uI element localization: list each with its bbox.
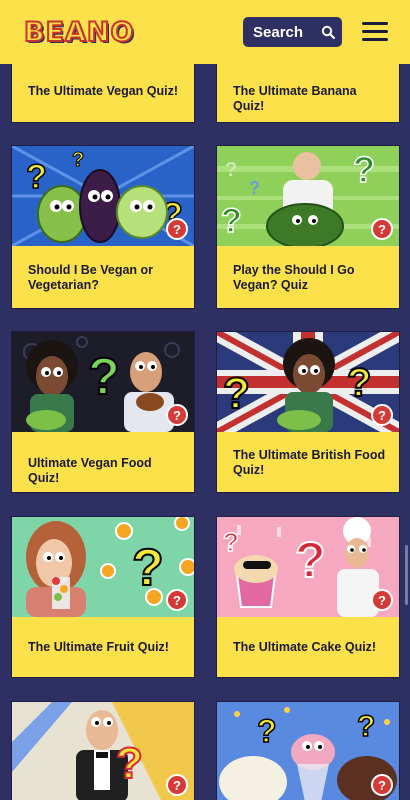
svg-text:?: ? bbox=[225, 159, 237, 181]
quiz-thumbnail-broccoli: ? ? ? ? ? bbox=[217, 146, 399, 246]
svg-text:?: ? bbox=[357, 710, 375, 743]
svg-text:?: ? bbox=[88, 348, 120, 406]
quiz-card[interactable]: ? ? bbox=[12, 702, 194, 800]
svg-text:?: ? bbox=[26, 158, 47, 196]
quiz-card-title: The Ultimate British Food Quiz! bbox=[233, 448, 386, 477]
question-mark-icon: ? bbox=[371, 589, 393, 611]
svg-text:?: ? bbox=[72, 149, 84, 171]
beano-logo[interactable]: BEANO bbox=[23, 16, 134, 49]
quiz-thumbnail-waiter: ? ? bbox=[12, 702, 194, 800]
quiz-card[interactable]: ? ? The Ultimate Fruit Quiz! bbox=[12, 517, 194, 677]
svg-text:?: ? bbox=[249, 178, 260, 198]
question-mark-icon: ? bbox=[166, 774, 188, 796]
quiz-thumbnail-fruit: ? ? bbox=[12, 517, 194, 617]
quiz-card[interactable]: The Ultimate Vegan Quiz! bbox=[12, 64, 194, 122]
quiz-thumbnail-ice-cream: ? ? ? bbox=[217, 702, 399, 800]
quiz-card[interactable]: ? ? Ultimate Vegan Food Quiz! bbox=[12, 332, 194, 492]
scrollbar[interactable] bbox=[405, 545, 408, 605]
question-mark-icon: ? bbox=[371, 404, 393, 426]
quiz-card-title: The Ultimate Cake Quiz! bbox=[233, 640, 377, 654]
question-mark-icon: ? bbox=[166, 404, 188, 426]
svg-text:?: ? bbox=[295, 532, 326, 588]
question-mark-icon: ? bbox=[371, 218, 393, 240]
question-mark-icon: ? bbox=[371, 774, 393, 796]
quiz-card[interactable]: ? ? ? ? Should I Be Vegan or Vegetarian? bbox=[12, 146, 194, 308]
quiz-thumbnail-british-food: ? ? ? bbox=[217, 332, 399, 432]
quiz-card[interactable]: ? ? ? ? ? Play the Should I Go Vegan? Qu… bbox=[217, 146, 399, 308]
quiz-card-title: The Ultimate Banana Quiz! bbox=[233, 84, 357, 113]
quiz-card-title: The Ultimate Vegan Quiz! bbox=[28, 84, 179, 98]
svg-text:?: ? bbox=[221, 202, 242, 240]
svg-text:?: ? bbox=[347, 361, 371, 405]
svg-text:?: ? bbox=[257, 713, 277, 749]
quiz-card[interactable]: ? ? ? The Ultimate Cake Quiz! bbox=[217, 517, 399, 677]
search-button[interactable]: Search bbox=[243, 17, 342, 47]
quiz-card[interactable]: ? ? ? bbox=[217, 702, 399, 800]
quiz-thumbnail-vegan-food: ? ? bbox=[12, 332, 194, 432]
svg-text:?: ? bbox=[223, 527, 239, 557]
quiz-card[interactable]: The Ultimate Banana Quiz! bbox=[217, 64, 399, 122]
quiz-thumbnail-cake: ? ? ? bbox=[217, 517, 399, 617]
question-mark-icon: ? bbox=[166, 589, 188, 611]
quiz-thumbnail-vegetables: ? ? ? ? bbox=[12, 146, 194, 246]
quiz-card-title: The Ultimate Fruit Quiz! bbox=[28, 640, 169, 654]
site-header: BEANO Search bbox=[0, 0, 410, 64]
search-button-label: Search bbox=[253, 23, 304, 41]
svg-text:?: ? bbox=[132, 539, 164, 597]
quiz-card-title: Should I Be Vegan or Vegetarian? bbox=[28, 263, 154, 292]
svg-text:?: ? bbox=[223, 369, 250, 418]
quiz-card-title: Play the Should I Go Vegan? Quiz bbox=[233, 263, 355, 292]
question-mark-icon: ? bbox=[166, 218, 188, 240]
quiz-card[interactable]: ? ? ? The Ultimate British Food Quiz! bbox=[217, 332, 399, 492]
search-icon bbox=[314, 25, 342, 39]
svg-text:?: ? bbox=[116, 739, 143, 788]
quiz-card-title: Ultimate Vegan Food Quiz! bbox=[28, 456, 152, 485]
svg-text:?: ? bbox=[353, 149, 375, 190]
hamburger-menu-icon[interactable] bbox=[362, 22, 388, 42]
